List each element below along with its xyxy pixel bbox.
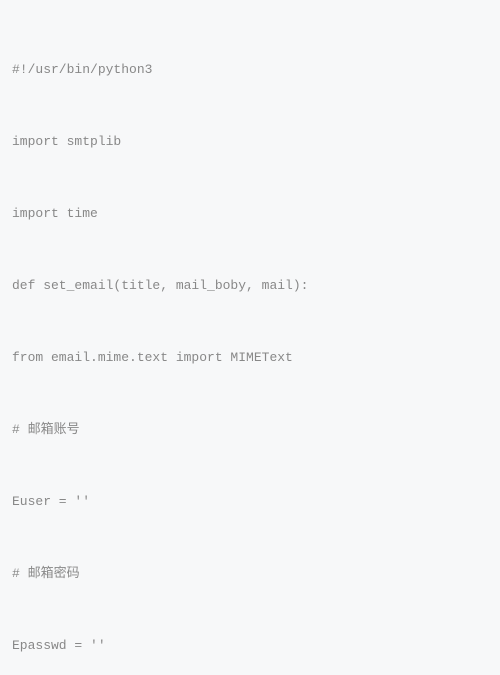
code-line: import smtplib <box>12 130 488 154</box>
code-line: Epasswd = '' <box>12 634 488 658</box>
code-line: def set_email(title, mail_boby, mail): <box>12 274 488 298</box>
code-line: from email.mime.text import MIMEText <box>12 346 488 370</box>
code-line: Euser = '' <box>12 490 488 514</box>
code-block: #!/usr/bin/python3 import smtplib import… <box>12 10 488 675</box>
code-line: import time <box>12 202 488 226</box>
code-line: # 邮箱密码 <box>12 562 488 586</box>
code-line: #!/usr/bin/python3 <box>12 58 488 82</box>
code-line: # 邮箱账号 <box>12 418 488 442</box>
